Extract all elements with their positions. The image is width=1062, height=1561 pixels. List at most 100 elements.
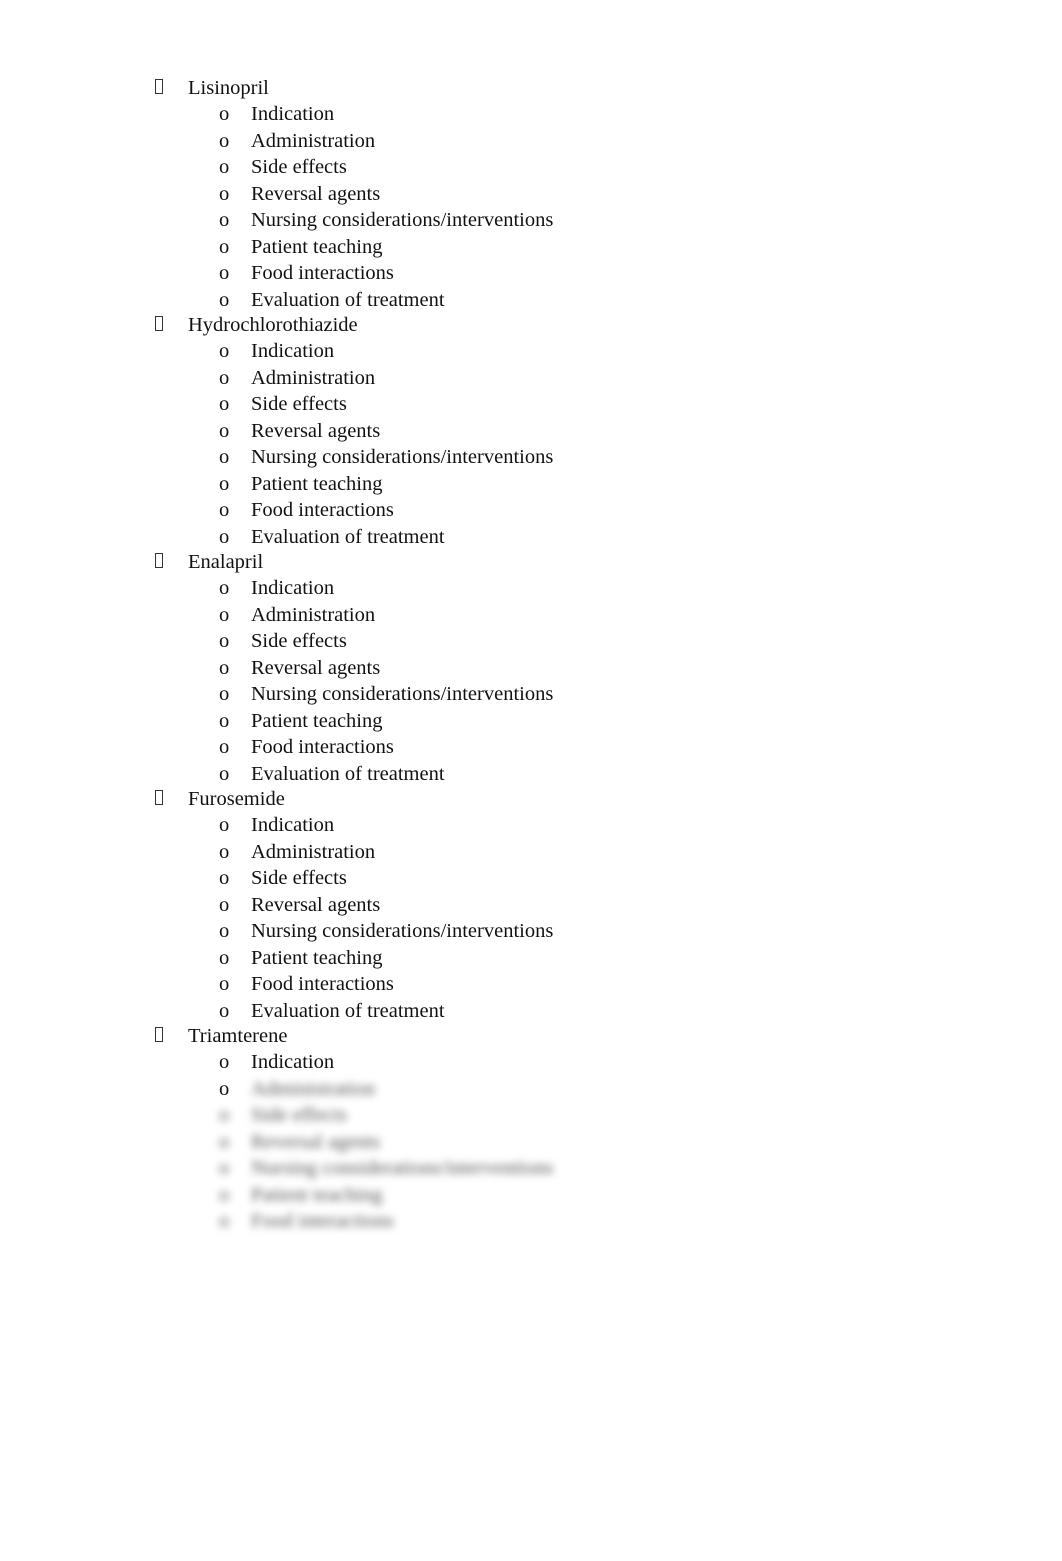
item-text: Patient teaching (251, 235, 383, 258)
item-text: Indication (251, 577, 335, 599)
circle-bullet-icon: o (219, 1130, 230, 1153)
blurred-item-text: Nursing considerations/interventions (251, 1157, 554, 1179)
list-item: o Administration (0, 128, 1062, 155)
circle-bullet-icon: o (219, 1077, 230, 1100)
item-text: Nursing considerations/interventions (251, 446, 554, 468)
drug-section: Enalapril o Indication o Administration o Side… (0, 550, 1062, 787)
circle-bullet-icon: o (219, 1104, 230, 1126)
circle-bullet-icon: o (219, 156, 230, 178)
circle-bullet-icon: o (219, 840, 230, 863)
missing-glyph-bullet-icon (155, 79, 163, 94)
item-text: Patient teaching (251, 709, 383, 732)
item-text: Nursing considerations/interventions (251, 209, 554, 231)
drug-heading: Enalapril (0, 550, 1062, 575)
item-text: Evaluation of treatment (251, 999, 445, 1022)
circle-bullet-icon: o (219, 288, 230, 311)
list-item: o Nursing considerations/interventions (0, 207, 1062, 234)
list-item: o Nursing considerations/interventions (0, 444, 1062, 471)
drug-name: Hydrochlorothiazide (188, 314, 358, 336)
circle-bullet-icon: o (219, 893, 230, 916)
circle-bullet-icon: o (219, 393, 230, 415)
circle-bullet-icon: o (219, 973, 230, 995)
circle-bullet-icon: o (219, 814, 230, 836)
item-text: Food interactions (251, 736, 394, 758)
list-item: o Food interactions (0, 1208, 1062, 1235)
list-item: o Patient teaching (0, 708, 1062, 735)
circle-bullet-icon: o (219, 867, 230, 889)
item-text: Reversal agents (251, 419, 381, 442)
document-page: Lisinopril o Indication o Administration o Sid… (0, 76, 1062, 1235)
blurred-item-text: Food interactions (251, 1210, 394, 1232)
list-item: o Evaluation of treatment (0, 998, 1062, 1025)
list-item: o Nursing considerations/interventions (0, 681, 1062, 708)
list-item: o Indication (0, 338, 1062, 365)
missing-glyph-bullet-icon (155, 316, 163, 331)
circle-bullet-icon: o (219, 999, 230, 1022)
list-item: o Reversal agents (0, 892, 1062, 919)
circle-bullet-icon: o (219, 1051, 230, 1073)
list-item: o Patient teaching (0, 1182, 1062, 1209)
list-item: o Food interactions (0, 971, 1062, 998)
list-item: o Side effects (0, 865, 1062, 892)
list-item: o Reversal agents (0, 655, 1062, 682)
circle-bullet-icon: o (219, 129, 230, 152)
circle-bullet-icon: o (219, 630, 230, 652)
drug-heading: Hydrochlorothiazide (0, 313, 1062, 338)
circle-bullet-icon: o (219, 920, 230, 942)
item-text: Nursing considerations/interventions (251, 683, 554, 705)
missing-glyph-bullet-icon (155, 553, 163, 568)
item-text: Administration (251, 366, 376, 389)
circle-bullet-icon: o (219, 103, 230, 125)
circle-bullet-icon: o (219, 209, 230, 231)
list-item: o Side effects (0, 154, 1062, 181)
circle-bullet-icon: o (219, 762, 230, 785)
list-item: o Side effects (0, 628, 1062, 655)
list-item: o Evaluation of treatment (0, 524, 1062, 551)
item-text: Food interactions (251, 262, 394, 284)
list-item: o Patient teaching (0, 945, 1062, 972)
list-item: o Administration (0, 1076, 1062, 1103)
circle-bullet-icon: o (219, 472, 230, 495)
item-text: Food interactions (251, 973, 394, 995)
item-text: Administration (251, 603, 376, 626)
list-item: o Food interactions (0, 497, 1062, 524)
item-text: Administration (251, 129, 376, 152)
circle-bullet-icon: o (219, 525, 230, 548)
item-text: Side effects (251, 630, 347, 652)
circle-bullet-icon: o (219, 1183, 230, 1206)
circle-bullet-icon: o (219, 1157, 230, 1179)
list-item: o Side effects (0, 391, 1062, 418)
circle-bullet-icon: o (219, 709, 230, 732)
list-item: o Evaluation of treatment (0, 761, 1062, 788)
list-item: o Side effects (0, 1102, 1062, 1129)
list-item: o Food interactions (0, 260, 1062, 287)
circle-bullet-icon: o (219, 182, 230, 205)
item-text: Indication (251, 340, 335, 362)
item-text: Evaluation of treatment (251, 288, 445, 311)
list-item: o Administration (0, 839, 1062, 866)
list-item: o Indication (0, 101, 1062, 128)
item-text: Food interactions (251, 499, 394, 521)
list-item: o Nursing considerations/interventions (0, 1155, 1062, 1182)
list-item: o Administration (0, 365, 1062, 392)
circle-bullet-icon: o (219, 340, 230, 362)
item-text: Side effects (251, 393, 347, 415)
item-text: Patient teaching (251, 946, 383, 969)
drug-section: Lisinopril o Indication o Administration o Sid… (0, 76, 1062, 313)
drug-section: Triamterene o Indication o Administration o Si… (0, 1024, 1062, 1235)
drug-section: Furosemide o Indication o Administration o Sid… (0, 787, 1062, 1024)
list-item: o Patient teaching (0, 471, 1062, 498)
circle-bullet-icon: o (219, 366, 230, 389)
drug-name: Triamterene (188, 1025, 288, 1047)
circle-bullet-icon: o (219, 603, 230, 626)
blurred-item-text: Administration (251, 1077, 376, 1100)
drug-heading: Lisinopril (0, 76, 1062, 101)
item-text: Indication (251, 1051, 335, 1073)
circle-bullet-icon: o (219, 946, 230, 969)
item-text: Reversal agents (251, 656, 381, 679)
item-text: Reversal agents (251, 182, 381, 205)
circle-bullet-icon: o (219, 262, 230, 284)
drug-name: Enalapril (188, 551, 264, 573)
drug-heading: Furosemide (0, 787, 1062, 812)
item-text: Nursing considerations/interventions (251, 920, 554, 942)
